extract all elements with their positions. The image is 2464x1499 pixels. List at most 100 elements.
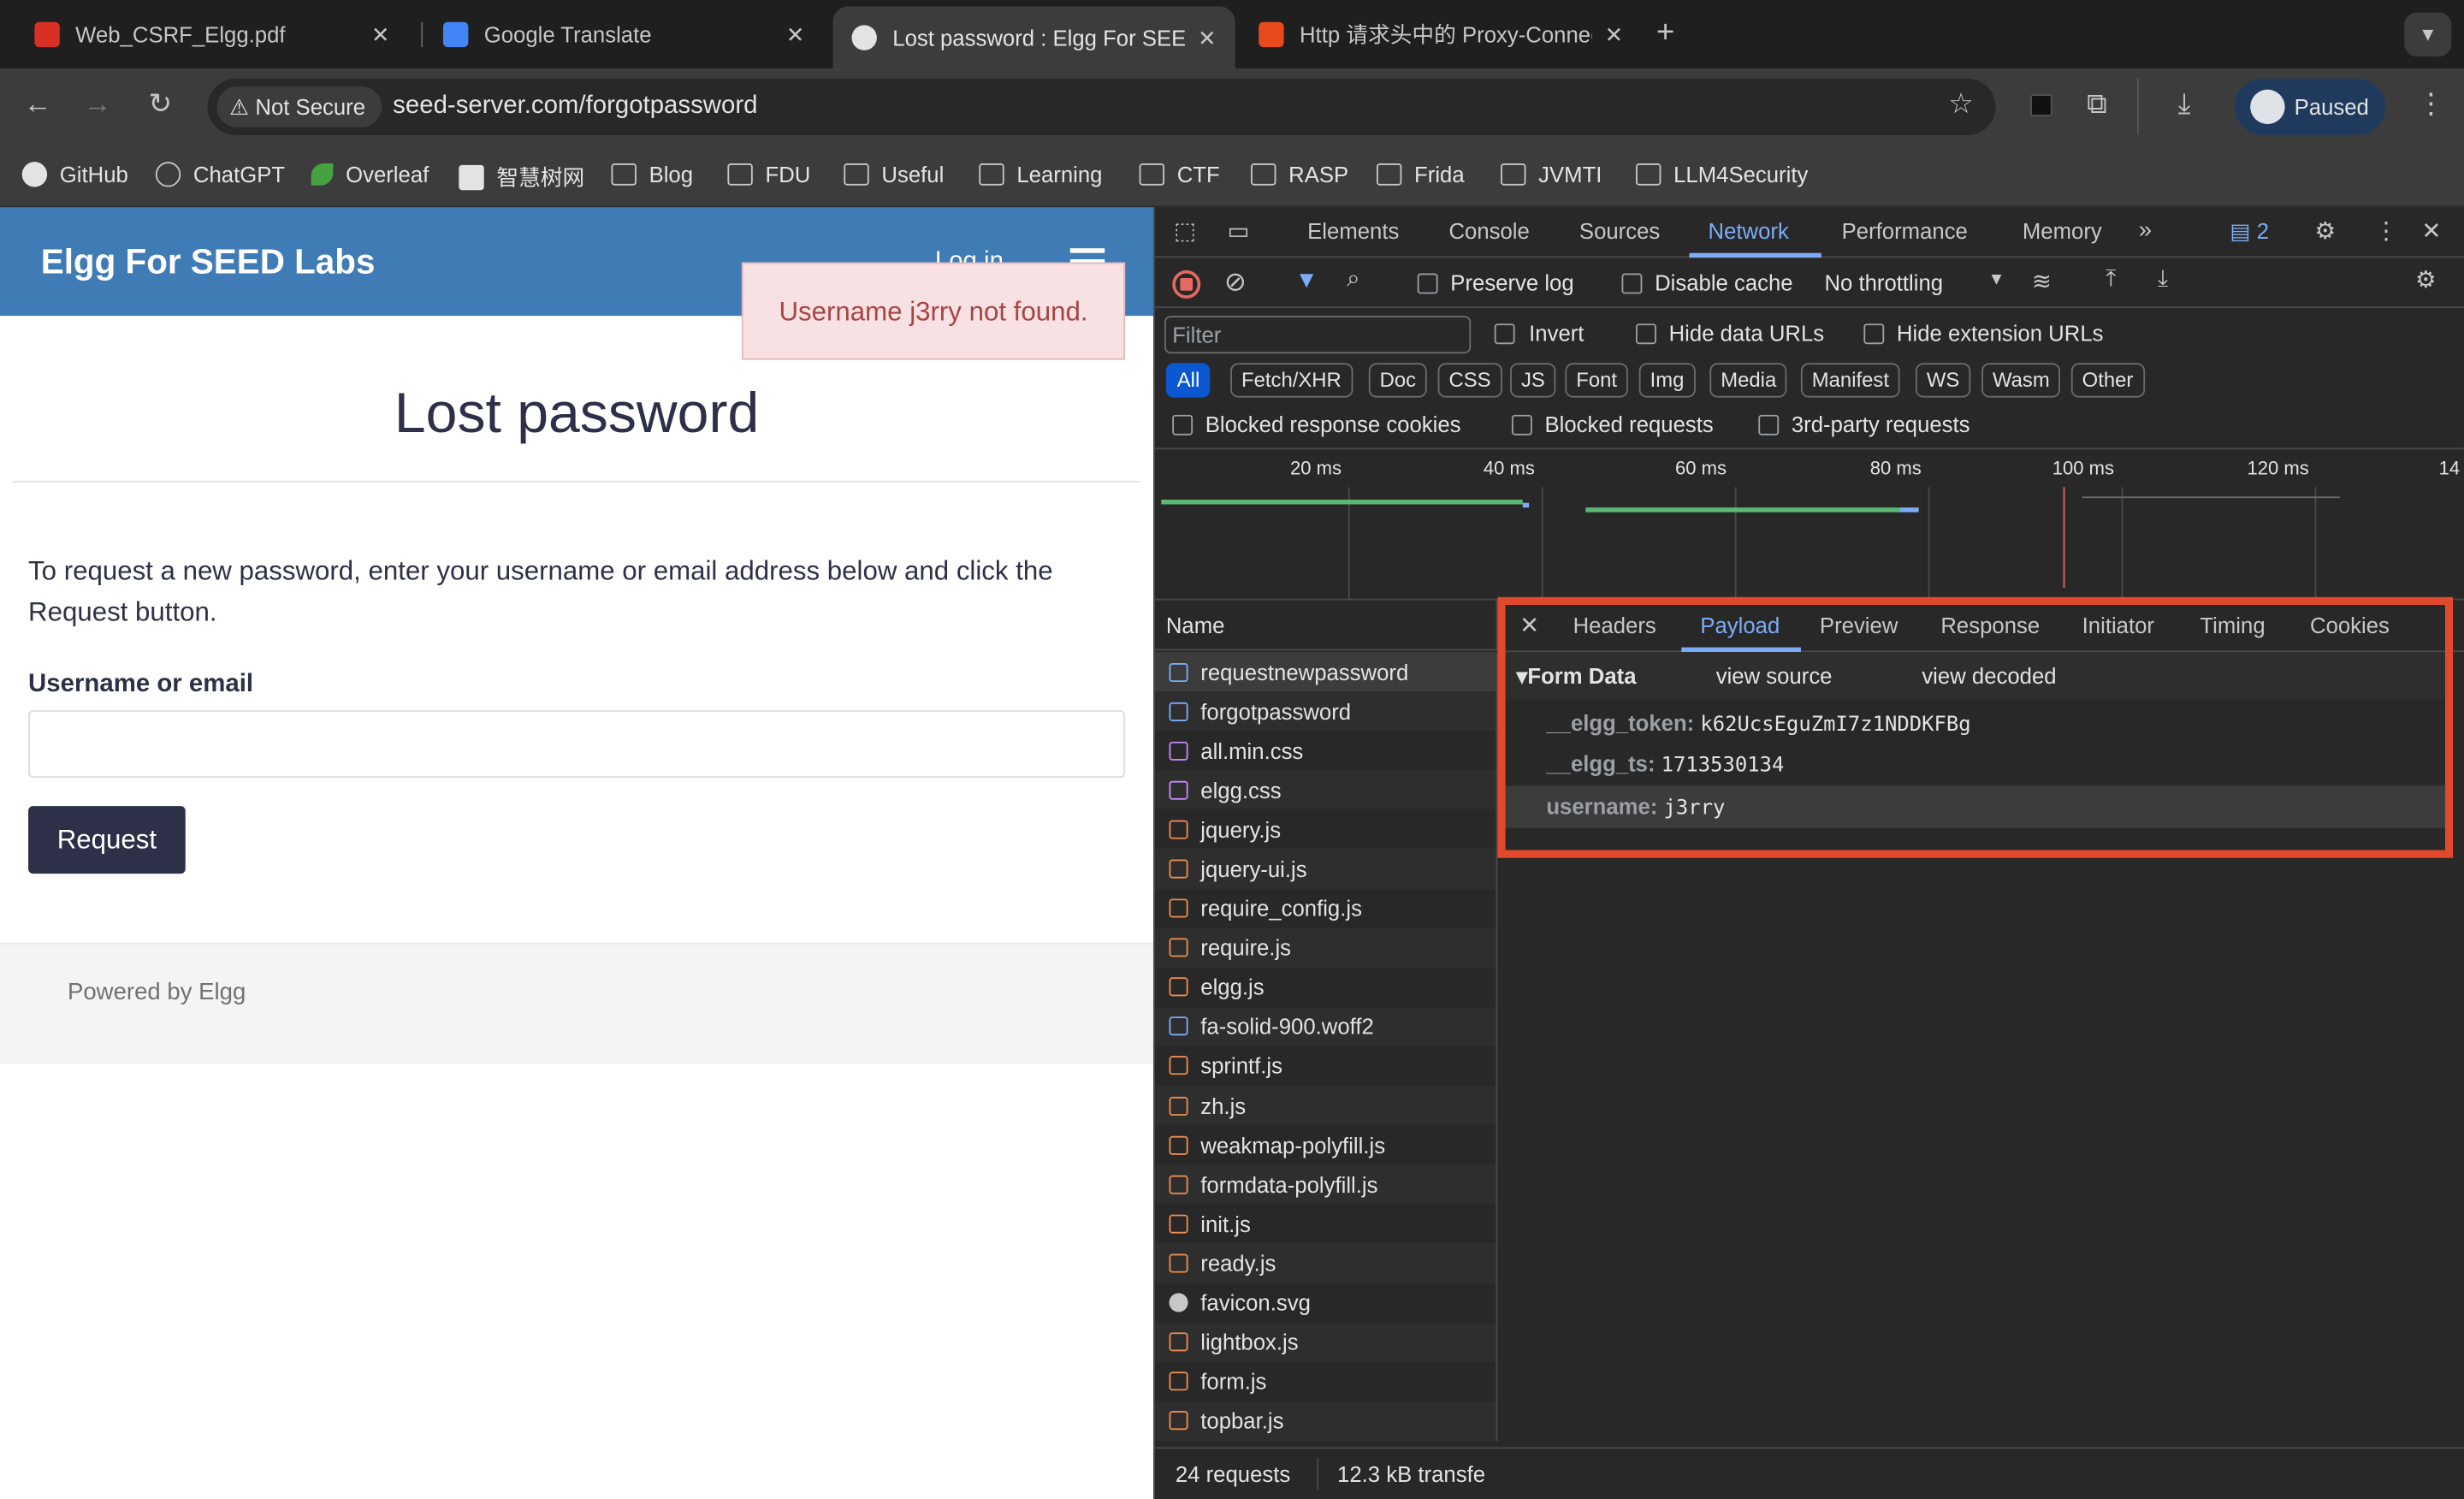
disable-cache-checkbox[interactable]	[1621, 273, 1643, 294]
profile-button[interactable]: Paused	[2234, 78, 2386, 135]
request-row[interactable]: sprintf.js	[1155, 1046, 1498, 1087]
blocked-requests-checkbox[interactable]	[1511, 414, 1532, 435]
bookmark-overleaf[interactable]: Overleaf	[311, 162, 429, 187]
security-chip[interactable]: ⚠ Not Secure	[216, 86, 382, 127]
bookmark-folder-blog[interactable]: Blog	[611, 162, 693, 187]
back-button[interactable]: ←	[19, 88, 56, 121]
type-filter-media[interactable]: Media	[1709, 363, 1788, 398]
bookmark-folder-jvmti[interactable]: JVMTI	[1501, 162, 1602, 187]
device-toolbar-icon[interactable]: ▭	[1227, 216, 1249, 245]
search-icon[interactable]: ⌕	[1347, 265, 1359, 292]
request-row[interactable]: weakmap-polyfill.js	[1155, 1125, 1498, 1165]
request-row[interactable]: ready.js	[1154, 1243, 1498, 1283]
type-filter-css[interactable]: CSS	[1437, 363, 1502, 398]
request-row[interactable]: fa-solid-900.woff2	[1154, 1006, 1498, 1046]
type-filter-doc[interactable]: Doc	[1368, 363, 1427, 398]
bookmark-folder-rasp[interactable]: RASP	[1251, 162, 1348, 187]
issues-badge[interactable]: ▤ 2	[2230, 218, 2269, 245]
type-filter-img[interactable]: Img	[1638, 363, 1696, 398]
blocked-cookies-checkbox[interactable]	[1172, 414, 1194, 435]
third-party-checkbox[interactable]	[1758, 414, 1780, 435]
close-detail-icon[interactable]: ✕	[1519, 611, 1539, 639]
tab-elements[interactable]: Elements	[1307, 218, 1399, 243]
tab-memory[interactable]: Memory	[2023, 218, 2102, 243]
request-row[interactable]: require.js	[1154, 927, 1498, 968]
request-row[interactable]: jquery-ui.js	[1154, 849, 1498, 889]
hide-data-urls-checkbox[interactable]	[1636, 323, 1656, 345]
browser-menu-icon[interactable]: ⋮	[2417, 88, 2445, 121]
browser-tab-translate[interactable]: Google Translate ✕	[424, 9, 824, 60]
import-har-icon[interactable]: ⤒	[2106, 265, 2116, 292]
request-row[interactable]: zh.js	[1154, 1086, 1498, 1126]
filter-funnel-icon[interactable]: ▼	[1294, 267, 1318, 293]
filter-input[interactable]: Filter	[1164, 316, 1472, 354]
bookmark-star-icon[interactable]: ☆	[1948, 88, 1974, 121]
chevron-down-icon[interactable]: ▼	[1987, 270, 2005, 289]
close-tab-icon[interactable]: ✕	[1605, 21, 1624, 48]
close-tab-icon[interactable]: ✕	[1198, 24, 1217, 50]
request-row[interactable]: init.js	[1155, 1204, 1498, 1244]
tab-preview[interactable]: Preview	[1820, 613, 1898, 637]
form-data-row-selected[interactable]: username: j3rry	[1499, 785, 2450, 828]
request-row[interactable]: elgg.css	[1154, 770, 1498, 810]
more-tabs-icon[interactable]: »	[2139, 216, 2152, 243]
request-row[interactable]: favicon.svg	[1155, 1283, 1498, 1323]
new-tab-button[interactable]: +	[1656, 15, 1674, 51]
forward-button[interactable]: →	[79, 88, 116, 121]
bookmark-folder-useful[interactable]: Useful	[844, 162, 944, 187]
tab-cookies[interactable]: Cookies	[2310, 613, 2390, 637]
bookmark-github[interactable]: GitHub	[21, 162, 128, 187]
type-filter-all[interactable]: All	[1165, 363, 1211, 398]
export-har-icon[interactable]: ⤓	[2158, 265, 2168, 292]
tab-console[interactable]: Console	[1448, 218, 1529, 243]
request-row[interactable]: form.js	[1155, 1361, 1498, 1401]
type-filter-wasm[interactable]: Wasm	[1981, 363, 2061, 398]
reload-button[interactable]: ↻	[141, 88, 179, 121]
close-tab-icon[interactable]: ✕	[786, 21, 805, 48]
request-row[interactable]: formdata-polyfill.js	[1154, 1164, 1498, 1205]
username-input[interactable]	[28, 710, 1126, 779]
tab-initiator[interactable]: Initiator	[2082, 613, 2154, 637]
clear-icon[interactable]: ⊘	[1224, 267, 1247, 299]
bookmark-folder-fdu[interactable]: FDU	[727, 162, 810, 187]
extensions-puzzle-icon[interactable]: ⧉	[2087, 88, 2107, 121]
request-row[interactable]: all.min.css	[1155, 731, 1498, 771]
network-conditions-icon[interactable]: ≋	[2032, 267, 2052, 295]
form-data-header[interactable]: ▾Form Data view source view decoded	[1499, 652, 2450, 700]
request-list-header[interactable]: Name	[1154, 600, 1498, 651]
type-filter-ws[interactable]: WS	[1915, 363, 1971, 398]
request-row[interactable]: topbar.js	[1154, 1401, 1498, 1441]
browser-tab-pdf[interactable]: Web_CSRF_Elgg.pdf ✕	[15, 9, 408, 60]
tab-response[interactable]: Response	[1940, 613, 2040, 637]
request-row[interactable]: forgotpassword	[1154, 691, 1498, 732]
download-icon[interactable]: ⤓	[2178, 88, 2191, 121]
request-button[interactable]: Request	[28, 806, 186, 874]
request-row[interactable]: requestnewpassword	[1154, 652, 1498, 692]
more-options-icon[interactable]: ⋮	[2374, 216, 2398, 245]
close-devtools-icon[interactable]: ✕	[2421, 216, 2441, 245]
browser-tab-csdn[interactable]: Http 请求头中的 Proxy-Connection ✕	[1240, 9, 1642, 60]
site-title[interactable]: Elgg For SEED Labs	[41, 242, 376, 283]
extension-icon[interactable]	[2030, 94, 2052, 116]
bookmark-folder-learning[interactable]: Learning	[979, 162, 1102, 187]
tab-sources[interactable]: Sources	[1579, 218, 1660, 243]
request-row[interactable]: jquery.js	[1155, 809, 1498, 850]
bookmark-folder-ctf[interactable]: CTF	[1139, 162, 1220, 187]
type-filter-fetch-xhr[interactable]: Fetch/XHR	[1230, 363, 1353, 398]
close-tab-icon[interactable]: ✕	[371, 21, 390, 48]
url-text[interactable]: seed-server.com/forgotpassword	[393, 92, 757, 121]
tab-network[interactable]: Network	[1709, 218, 1789, 243]
request-row[interactable]: elgg.js	[1155, 967, 1498, 1007]
type-filter-font[interactable]: Font	[1565, 363, 1628, 398]
bookmark-chatgpt[interactable]: ChatGPT	[155, 162, 285, 187]
view-source-link[interactable]: view source	[1716, 663, 1833, 688]
bookmark-zhihuishu[interactable]: 智慧树网	[459, 162, 584, 193]
inspect-element-icon[interactable]: ⬚	[1174, 216, 1196, 245]
browser-tab-elgg[interactable]: Lost password : Elgg For SEED Labs ✕	[832, 6, 1235, 69]
powered-by-link[interactable]: Powered by Elgg	[68, 979, 246, 1005]
tab-timing[interactable]: Timing	[2200, 613, 2265, 637]
throttling-select[interactable]: No throttling	[1824, 270, 1943, 295]
tab-search-button[interactable]: ▼	[2404, 12, 2452, 57]
tab-performance[interactable]: Performance	[1842, 218, 1968, 243]
preserve-log-checkbox[interactable]	[1417, 273, 1438, 294]
